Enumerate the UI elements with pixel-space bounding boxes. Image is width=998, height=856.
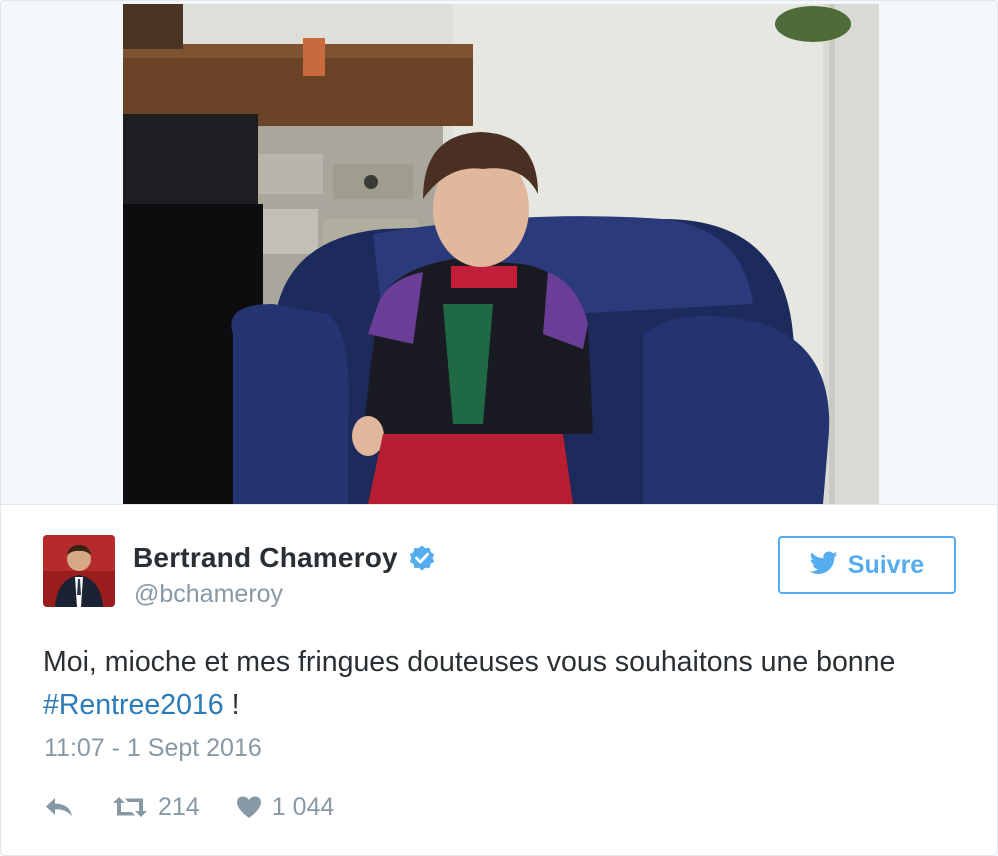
reply-button[interactable] bbox=[44, 796, 74, 818]
tweet-actions: 214 1 044 bbox=[44, 787, 334, 827]
tweet-photo[interactable] bbox=[123, 4, 879, 504]
tweet-media[interactable] bbox=[1, 1, 997, 505]
reply-icon bbox=[44, 796, 74, 818]
avatar-image bbox=[43, 535, 115, 607]
author-handle[interactable]: @bchameroy bbox=[134, 580, 283, 609]
author-name-row: Bertrand Chameroy bbox=[133, 541, 436, 575]
verified-badge-icon bbox=[408, 544, 436, 572]
tweet-timestamp[interactable]: 11:07 - 1 Sept 2016 bbox=[44, 734, 262, 763]
follow-button[interactable]: Suivre bbox=[778, 536, 956, 594]
like-button[interactable]: 1 044 bbox=[236, 792, 335, 822]
retweet-icon bbox=[112, 795, 148, 819]
heart-icon bbox=[236, 795, 262, 819]
tweet-text-end: ! bbox=[223, 689, 240, 721]
tweet-text: Moi, mioche et mes fringues douteuses vo… bbox=[43, 641, 943, 727]
photo-image bbox=[123, 4, 879, 504]
twitter-bird-icon bbox=[809, 550, 838, 580]
tweet-card: Bertrand Chameroy @bchameroy Suivre Moi,… bbox=[0, 0, 998, 856]
retweet-count: 214 bbox=[158, 792, 200, 821]
follow-label: Suivre bbox=[847, 550, 925, 579]
hashtag-link[interactable]: #Rentree2016 bbox=[43, 689, 224, 721]
author-avatar[interactable] bbox=[43, 535, 115, 607]
like-count: 1 044 bbox=[271, 792, 335, 821]
author-display-name[interactable]: Bertrand Chameroy bbox=[133, 542, 398, 574]
tweet-text-body: Moi, mioche et mes fringues douteuses vo… bbox=[43, 646, 896, 678]
retweet-button[interactable]: 214 bbox=[112, 793, 200, 822]
